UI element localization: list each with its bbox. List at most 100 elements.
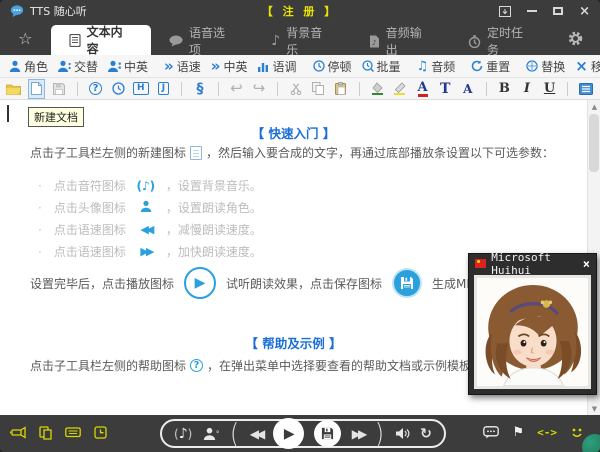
avatar-close-icon[interactable]: × <box>583 257 590 271</box>
toolbar-separator <box>567 82 568 96</box>
close-button[interactable]: × <box>579 5 590 18</box>
batch-button[interactable]: 批量 <box>357 58 406 75</box>
fill-color-button[interactable] <box>370 80 386 98</box>
timer-icon[interactable] <box>94 426 107 440</box>
text-caret <box>7 105 9 122</box>
toolbar-separator <box>359 82 360 96</box>
bullet-background-music: · 点击音符图标 (♪) ，设置背景音乐。 <box>38 177 262 194</box>
scroll-up-arrow[interactable]: ▲ <box>588 100 600 113</box>
pitch-button[interactable]: 语调 <box>252 58 301 75</box>
save-floppy-icon <box>53 83 65 95</box>
tab-background-music[interactable]: ♪ 背景音乐 <box>253 27 350 55</box>
new-document-button[interactable] <box>29 80 45 98</box>
audio-file-icon: ♪ <box>369 35 380 48</box>
toolbar-separator <box>218 82 219 96</box>
person-alternate-icon <box>58 60 71 72</box>
pause-button[interactable]: 停顿 <box>308 58 357 75</box>
tab-label: 文本内容 <box>87 23 133 57</box>
background-music-button[interactable]: (♪) <box>174 426 192 442</box>
bilingual-role-button[interactable]: 中英 <box>103 58 153 75</box>
italic-button[interactable]: I <box>519 80 535 98</box>
highlight-pen-icon <box>393 82 406 95</box>
speed-button[interactable]: » 语速 <box>159 58 206 75</box>
person-icon <box>9 60 21 72</box>
section-button[interactable]: § <box>192 80 208 98</box>
j-tag-button[interactable]: J <box>156 80 172 98</box>
speed-up-button[interactable]: ▶▶ <box>352 427 364 441</box>
china-flag-icon <box>475 259 486 268</box>
clipboard-copy-icon[interactable] <box>39 426 52 440</box>
scroll-down-arrow[interactable]: ▼ <box>588 402 600 415</box>
smiley-icon[interactable] <box>570 427 584 439</box>
font-size-large-button[interactable]: T <box>437 80 453 98</box>
list-view-button[interactable] <box>578 80 594 98</box>
font-color-icon: A <box>418 81 428 97</box>
save-button[interactable] <box>51 80 67 98</box>
keyboard-icon[interactable] <box>65 426 81 440</box>
reset-button[interactable]: 重置 <box>466 58 515 75</box>
toolbar-separator <box>181 82 182 96</box>
toolbar-separator <box>486 82 487 96</box>
app-logo-icon <box>10 4 24 18</box>
repeat-button[interactable]: ↻ <box>420 426 432 442</box>
maximize-button[interactable] <box>553 7 563 15</box>
redo-button[interactable]: ↪ <box>251 80 267 98</box>
music-note-icon: ♪ <box>179 426 188 442</box>
slow-down-button[interactable]: ◀◀ <box>250 427 262 441</box>
resize-grip[interactable] <box>582 434 600 452</box>
paragraph-new-doc: 点击子工具栏左侧的新建图标 ，然后输入要合成的文字，再通过底部播放条设置以下可选… <box>30 144 554 161</box>
minimize-to-tray-button[interactable] <box>499 6 511 17</box>
speaker-icon <box>395 427 410 440</box>
copy-button[interactable] <box>310 80 326 98</box>
underline-button[interactable]: U <box>542 80 558 98</box>
open-file-button[interactable] <box>6 80 22 98</box>
feedback-bubble-icon[interactable] <box>483 426 499 439</box>
font-size-small-button[interactable]: A <box>460 80 476 98</box>
undo-button[interactable]: ↩ <box>229 80 245 98</box>
scrollbar-thumb[interactable] <box>589 114 599 172</box>
h-tag-button[interactable]: H <box>133 80 149 98</box>
voice-role-button[interactable]: ° <box>203 427 220 440</box>
tab-audio-output[interactable]: ♪ 音频输出 <box>351 27 450 55</box>
flag-icon[interactable]: ⚑ <box>512 425 524 440</box>
tab-scheduled-tasks[interactable]: 定时任务 <box>450 27 551 55</box>
alternate-button[interactable]: 交替 <box>53 58 103 75</box>
new-document-icon <box>190 146 202 160</box>
paste-button[interactable] <box>333 80 349 98</box>
speed-bilingual-button[interactable]: » 中英 <box>206 58 253 75</box>
code-tags-icon[interactable]: <-> <box>537 426 557 439</box>
tab-voice-options[interactable]: 语音选项 <box>151 27 253 55</box>
pause-clock-icon <box>313 60 325 72</box>
help-icon: ? <box>190 359 203 372</box>
audio-button[interactable]: ♫ 音频 <box>412 58 461 75</box>
highlight-button[interactable] <box>392 80 408 98</box>
remove-button[interactable]: × 移除 <box>570 58 600 75</box>
bullet-role: · 点击头像图标 ，设置朗读角色。 <box>38 199 262 216</box>
replace-button[interactable]: 替换 <box>521 58 570 75</box>
history-button[interactable] <box>110 80 126 98</box>
favorites-star-icon[interactable]: ☆ <box>0 22 51 55</box>
minimize-button[interactable] <box>527 10 537 12</box>
group-divider: ) <box>375 417 384 449</box>
volume-button[interactable] <box>395 427 410 440</box>
person-icon <box>203 427 216 440</box>
tab-text-content[interactable]: 文本内容 <box>51 25 151 55</box>
font-color-button[interactable]: A <box>415 80 431 98</box>
tab-bar: ☆ 文本内容 语音选项 ♪ 背景音乐 ♪ 音频输出 定时任务 <box>0 22 600 55</box>
music-note-icon: (♪) <box>132 179 160 193</box>
folder-icon <box>6 83 21 95</box>
group-divider: ( <box>230 417 239 449</box>
document-icon <box>69 34 81 47</box>
audio-note-icon: ♫ <box>417 60 429 73</box>
help-button[interactable]: ? <box>88 80 104 98</box>
cut-button[interactable] <box>288 80 304 98</box>
play-button[interactable]: ▶ <box>273 418 304 449</box>
announce-horn-icon[interactable] <box>10 426 26 440</box>
role-button[interactable]: 角色 <box>4 58 53 75</box>
save-mp3-icon <box>392 268 422 298</box>
save-mp3-button[interactable] <box>314 420 341 447</box>
settings-gear-icon[interactable] <box>551 22 600 55</box>
voice-avatar-panel[interactable]: Microsoft Huihui × <box>468 253 597 395</box>
copy-icon <box>312 82 324 95</box>
bold-button[interactable]: B <box>497 80 513 98</box>
